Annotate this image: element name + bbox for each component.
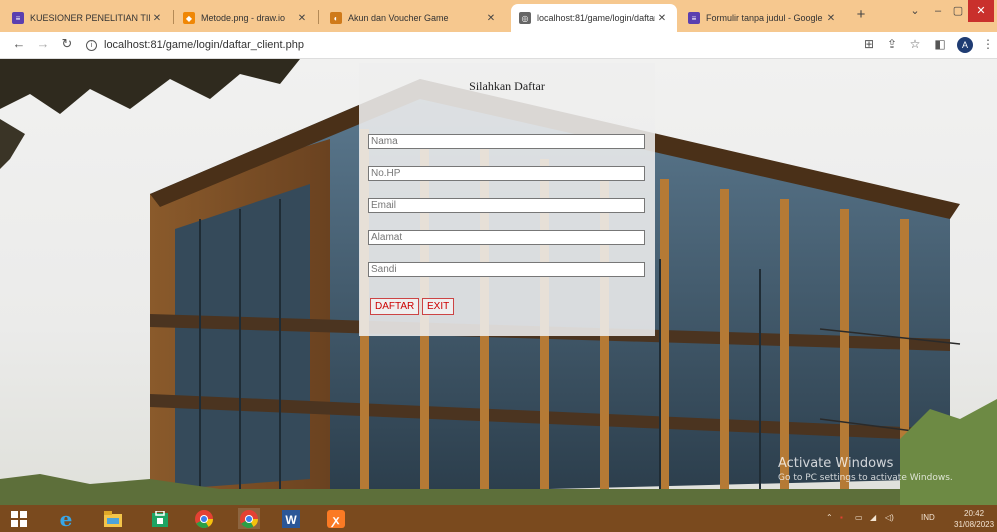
start-windows-icon[interactable] (8, 508, 30, 529)
tab-close-icon[interactable]: ✕ (484, 13, 498, 24)
back-arrow-icon[interactable]: ← (10, 36, 28, 51)
tab-search-chevron-icon[interactable]: ⌄ (904, 0, 926, 22)
reload-icon[interactable]: ↻ (58, 36, 76, 52)
svg-text:W: W (285, 513, 297, 527)
xampp-icon[interactable]: ꭗ (325, 508, 347, 529)
browser-tab[interactable]: ≡ Formulir tanpa judul - Google ✕ (680, 4, 846, 32)
form-title: Silahkan Daftar (469, 79, 545, 93)
translate-icon[interactable]: ⊞ (861, 37, 877, 51)
close-window-button[interactable]: ✕ (968, 0, 994, 22)
word-icon[interactable]: W (280, 508, 302, 529)
drawio-icon: ◆ (183, 12, 195, 24)
tray-overflow-icon[interactable]: ⌃ (826, 513, 833, 522)
side-panel-icon[interactable]: ◧ (932, 37, 948, 51)
address-bar[interactable]: i localhost:81/game/login/daftar_client.… (86, 35, 304, 55)
tab-close-icon[interactable]: ✕ (655, 13, 669, 24)
tab-close-icon[interactable]: ✕ (295, 13, 309, 24)
clock-date: 31/08/2023 (954, 520, 995, 529)
url-text: localhost:81/game/login/daftar_client.ph… (104, 39, 304, 51)
browser-toolbar: ← → ↻ i localhost:81/game/login/daftar_c… (0, 32, 997, 59)
address-input[interactable] (368, 230, 645, 245)
watermark-subtitle: Go to PC settings to activate Windows. (778, 473, 953, 483)
page-viewport: Silahkan Daftar DAFTAR EXIT Activate Win… (0, 59, 997, 505)
minimize-button[interactable]: – (928, 0, 948, 22)
forms-icon: ≡ (688, 12, 700, 24)
share-icon[interactable]: ⇪ (884, 37, 900, 51)
browser-tab[interactable]: ◎ localhost:81/game/login/daftar ✕ (511, 4, 677, 32)
browser-tab-strip: ≡KUESIONER PENELITIAN TINGI✕◆Metode.png … (0, 0, 997, 32)
store-icon[interactable] (149, 508, 171, 529)
tab-title: Metode.png - draw.io (201, 13, 286, 23)
site-info-icon[interactable]: i (86, 39, 97, 51)
daftar-button[interactable]: DAFTAR (370, 298, 420, 315)
browser-tab[interactable]: ◆ Metode.png - draw.io ✕ (175, 4, 317, 32)
clock-time: 20:42 (964, 509, 985, 518)
password-input[interactable] (368, 262, 645, 277)
new-tab-button[interactable]: + (851, 6, 871, 23)
phone-input[interactable] (368, 166, 645, 181)
globe-icon: ◎ (519, 12, 531, 24)
tab-separator (173, 10, 174, 24)
exit-button[interactable]: EXIT (422, 298, 455, 315)
register-form-panel: Silahkan Daftar DAFTAR EXIT (359, 63, 655, 336)
tab-title: KUESIONER PENELITIAN TINGI (30, 13, 150, 23)
tab-close-icon[interactable]: ✕ (824, 13, 838, 24)
activate-windows-watermark: Activate Windows Go to PC settings to ac… (778, 456, 953, 483)
taskbar-clock[interactable]: 20:42 31/08/2023 (954, 508, 994, 530)
tray-battery-icon[interactable]: ▭ (855, 513, 863, 522)
game-icon: ◐ (330, 12, 342, 24)
file-explorer-icon[interactable] (102, 508, 124, 529)
tab-title: Formulir tanpa judul - Google (706, 13, 823, 23)
tab-title: localhost:81/game/login/daftar (537, 13, 655, 23)
tab-title: Akun dan Voucher Game (348, 13, 449, 23)
chrome-icon[interactable] (193, 508, 215, 529)
watermark-title: Activate Windows (778, 456, 894, 471)
tray-volume-icon[interactable]: ◁) (885, 513, 894, 522)
maximize-button[interactable]: ▢ (948, 0, 968, 22)
chrome-active-icon[interactable] (238, 508, 260, 529)
windows-taskbar: e W ꭗ ⌃ ▪ ▭ ◢ ◁) IND 20:42 31/08/2023 (0, 505, 997, 532)
menu-kebab-icon[interactable]: ⋮ (980, 37, 996, 51)
tray-app-icon[interactable]: ▪ (840, 513, 843, 522)
forward-arrow-icon[interactable]: → (34, 36, 52, 51)
profile-avatar[interactable]: A (957, 37, 973, 53)
email-input[interactable] (368, 198, 645, 213)
tab-close-icon[interactable]: ✕ (150, 13, 164, 24)
tray-network-icon[interactable]: ◢ (870, 513, 876, 522)
browser-tab[interactable]: ≡ KUESIONER PENELITIAN TINGI✕ (4, 4, 172, 32)
tab-separator (318, 10, 319, 24)
nama-input[interactable] (368, 134, 645, 149)
language-indicator[interactable]: IND (921, 513, 935, 522)
browser-tab[interactable]: ◐ Akun dan Voucher Game ✕ (322, 4, 506, 32)
internet-explorer-icon[interactable]: e (55, 507, 77, 531)
forms-icon: ≡ (12, 12, 24, 24)
bookmark-star-icon[interactable]: ☆ (907, 37, 923, 51)
